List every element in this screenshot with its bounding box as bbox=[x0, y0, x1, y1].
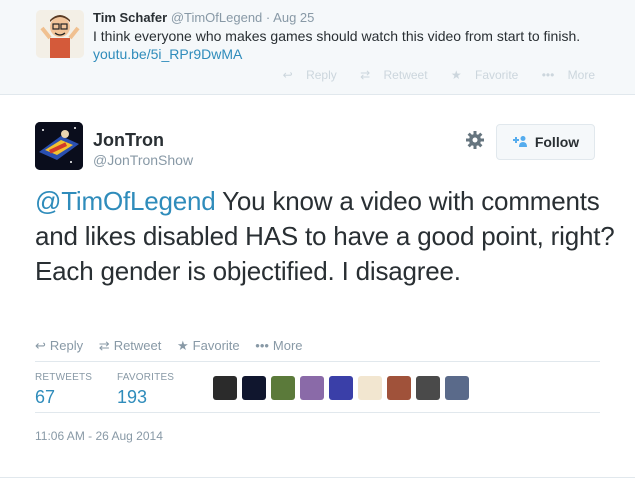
parent-reply-button[interactable]: ↩ Reply bbox=[273, 68, 337, 82]
retweets-stat[interactable]: RETWEETS 67 bbox=[35, 372, 92, 408]
tweet-timestamp[interactable]: 11:06 AM - 26 Aug 2014 bbox=[35, 429, 163, 443]
star-icon: ★ bbox=[177, 338, 189, 353]
favorite-button[interactable]: ★ Favorite bbox=[177, 338, 240, 354]
parent-retweet-button[interactable]: ⇄ Retweet bbox=[350, 68, 427, 82]
favoriter-avatar[interactable] bbox=[300, 376, 324, 400]
favoriter-avatar[interactable] bbox=[358, 376, 382, 400]
parent-reply-label: Reply bbox=[306, 68, 337, 82]
parent-retweet-label: Retweet bbox=[383, 68, 428, 82]
retweet-icon: ⇄ bbox=[360, 68, 371, 82]
parent-more-button[interactable]: ••• More bbox=[532, 68, 595, 82]
tweet-actions: ↩ Reply ⇄ Retweet ★ Favorite ••• More bbox=[35, 338, 315, 354]
reply-icon: ↩ bbox=[35, 338, 46, 353]
reply-label: Reply bbox=[49, 338, 84, 353]
more-label: More bbox=[272, 338, 303, 353]
favorite-label: Favorite bbox=[192, 338, 240, 353]
main-avatar[interactable] bbox=[35, 122, 83, 170]
favoriter-avatar[interactable] bbox=[271, 376, 295, 400]
parent-link[interactable]: youtu.be/5i_RPr9DwMA bbox=[93, 46, 242, 62]
favorites-count: 193 bbox=[117, 387, 148, 407]
parent-favorite-label: Favorite bbox=[475, 68, 519, 82]
parent-text: I think everyone who makes games should … bbox=[93, 27, 593, 63]
favorites-stat[interactable]: FAVORITES 193 bbox=[117, 372, 174, 408]
favoriter-avatar[interactable] bbox=[329, 376, 353, 400]
reply-button[interactable]: ↩ Reply bbox=[35, 338, 83, 354]
more-icon: ••• bbox=[255, 338, 269, 353]
retweet-label: Retweet bbox=[113, 338, 162, 353]
mention-link[interactable]: @TimOfLegend bbox=[35, 186, 216, 216]
parent-text-body: I think everyone who makes games should … bbox=[93, 28, 581, 44]
main-tweet: JonTron @JonTronShow Follow @TimOfLegend… bbox=[0, 96, 635, 478]
more-icon: ••• bbox=[541, 68, 555, 82]
favoriter-avatar[interactable] bbox=[445, 376, 469, 400]
author-name[interactable]: JonTron bbox=[93, 130, 164, 150]
more-button[interactable]: ••• More bbox=[255, 338, 302, 353]
retweets-count: 67 bbox=[35, 387, 56, 407]
parent-more-label: More bbox=[567, 68, 595, 82]
favoriter-avatar[interactable] bbox=[213, 376, 237, 400]
star-icon: ★ bbox=[450, 68, 462, 82]
gear-icon[interactable] bbox=[465, 130, 485, 150]
parent-separator: · bbox=[265, 10, 271, 25]
author-handle[interactable]: @JonTronShow bbox=[93, 152, 193, 168]
reply-icon: ↩ bbox=[282, 68, 293, 82]
favoriter-avatar[interactable] bbox=[387, 376, 411, 400]
favoriter-avatar[interactable] bbox=[416, 376, 440, 400]
parent-handle[interactable]: @TimOfLegend bbox=[171, 10, 262, 25]
parent-time[interactable]: Aug 25 bbox=[273, 10, 314, 25]
follow-label: Follow bbox=[534, 134, 580, 150]
parent-tweet: Tim Schafer @TimOfLegend · Aug 25 I thin… bbox=[0, 0, 635, 95]
favoriter-avatar[interactable] bbox=[242, 376, 266, 400]
retweet-icon: ⇄ bbox=[98, 338, 110, 353]
retweet-button[interactable]: ⇄ Retweet bbox=[99, 338, 162, 354]
parent-name[interactable]: Tim Schafer bbox=[93, 10, 167, 25]
favoriter-avatars bbox=[213, 376, 474, 400]
parent-favorite-button[interactable]: ★ Favorite bbox=[441, 68, 518, 82]
follow-button[interactable]: Follow bbox=[496, 124, 595, 160]
retweets-label: RETWEETS bbox=[35, 372, 93, 383]
tweet-text: @TimOfLegend You know a video with comme… bbox=[35, 184, 615, 289]
parent-avatar[interactable] bbox=[36, 10, 84, 58]
add-user-icon bbox=[512, 134, 528, 150]
parent-header: Tim Schafer @TimOfLegend · Aug 25 bbox=[93, 10, 314, 26]
tweet-stats: RETWEETS 67 FAVORITES 193 bbox=[35, 361, 600, 413]
favorites-label: FAVORITES bbox=[117, 372, 175, 383]
parent-actions: ↩ Reply ⇄ Retweet ★ Favorite ••• More bbox=[263, 68, 595, 82]
